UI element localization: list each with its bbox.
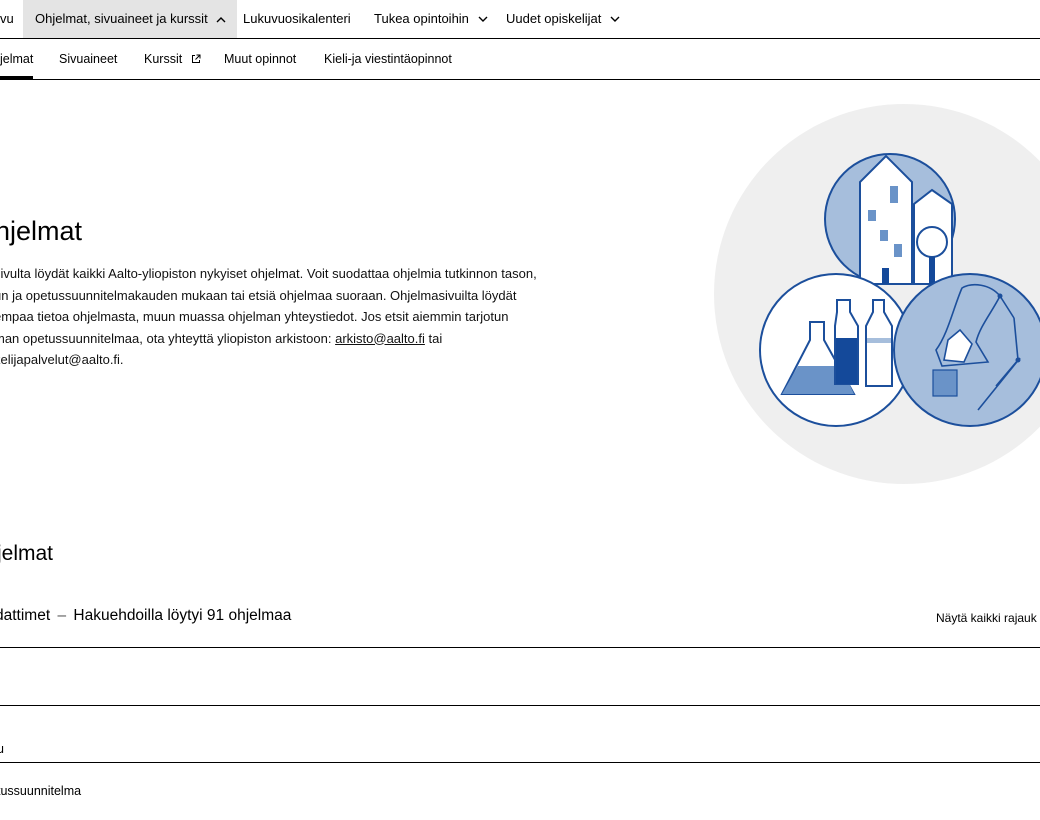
programmes-section-title: jelmat <box>0 542 54 565</box>
chevron-down-icon <box>478 16 488 23</box>
intro-line-text: tai <box>424 330 443 346</box>
intro-text: sivulta löydät kaikki Aalto-yliopiston n… <box>0 263 634 371</box>
nav-item-programmes[interactable]: Ohjelmat, sivuaineet ja kurssit <box>23 0 238 38</box>
subnav-item-label: Kurssit <box>144 52 183 66</box>
filter-row-degree-level[interactable] <box>0 649 1040 706</box>
filter-row-school[interactable]: u <box>0 706 1040 763</box>
subnav-item-label: Muut opinnot <box>224 52 297 66</box>
external-link-icon <box>191 41 201 80</box>
filters-header: dattimet – Hakuehdoilla löytyi 91 ohjelm… <box>0 600 1040 648</box>
nav-item-label: Tukea opintoihin <box>374 11 469 26</box>
subnav-item-programmes[interactable]: jelmat <box>0 40 33 79</box>
intro-line-with-link: man opetussuunnitelmaa, ota yhteyttä yli… <box>0 328 634 350</box>
sub-navigation: jelmat Sivuaineet Kurssit Muut opinnot K… <box>0 40 1040 80</box>
study-programmes-illustration-icon <box>714 104 1040 489</box>
subnav-item-other-studies[interactable]: Muut opinnot <box>224 40 296 79</box>
nav-item-label: Uudet opiskelijat <box>506 11 602 26</box>
main-navigation: vu Ohjelmat, sivuaineet ja kurssit Lukuv… <box>0 0 1040 39</box>
results-count-text: Hakuehdoilla löytyi 91 ohjelmaa <box>73 607 292 624</box>
filters-heading: dattimet – Hakuehdoilla löytyi 91 ohjelm… <box>0 607 291 625</box>
filter-row-label: u <box>0 742 4 756</box>
subnav-item-courses[interactable]: Kurssit <box>144 40 201 79</box>
nav-item-new-students[interactable]: Uudet opiskelijat <box>506 0 620 38</box>
archive-email-link[interactable]: arkisto@aalto.fi <box>335 331 425 346</box>
page-title: hjelmat <box>0 216 83 246</box>
nav-item-truncated[interactable]: vu <box>0 0 14 38</box>
subnav-item-label: Kieli-ja viestintäopinnot <box>324 52 452 66</box>
chevron-up-icon <box>216 16 226 23</box>
nav-item-label: vu <box>0 11 14 26</box>
filters-separator: – <box>57 607 67 624</box>
intro-line-text: man opetussuunnitelmaa, ota yhteyttä yli… <box>0 330 336 346</box>
intro-line: kelijapalvelut@aalto.fi. <box>0 352 124 367</box>
nav-item-academic-calendar[interactable]: Lukuvuosikalenteri <box>243 0 351 38</box>
filters-label: dattimet <box>0 607 51 624</box>
intro-line: empaa tietoa ohjelmasta, muun muassa ohj… <box>0 309 509 324</box>
nav-item-label: Ohjelmat, sivuaineet ja kurssit <box>35 11 208 26</box>
subnav-item-label: Sivuaineet <box>59 52 118 66</box>
nav-item-label: Lukuvuosikalenteri <box>243 11 351 26</box>
subnav-item-language-studies[interactable]: Kieli-ja viestintäopinnot <box>324 40 452 79</box>
subnav-item-minors[interactable]: Sivuaineet <box>59 40 117 79</box>
filter-row-label: tussuunnitelma <box>0 784 82 798</box>
intro-line: un ja opetussuunnitelmakauden mukaan tai… <box>0 287 517 303</box>
subnav-item-label: jelmat <box>0 52 34 66</box>
intro-line: sivulta löydät kaikki Aalto-yliopiston n… <box>0 266 537 281</box>
show-all-filters-button[interactable]: Näytä kaikki rajauk <box>936 611 1037 625</box>
filter-row-curriculum[interactable]: tussuunnitelma <box>0 763 1040 820</box>
nav-item-study-support[interactable]: Tukea opintoihin <box>374 0 488 38</box>
chevron-down-icon <box>610 16 620 23</box>
